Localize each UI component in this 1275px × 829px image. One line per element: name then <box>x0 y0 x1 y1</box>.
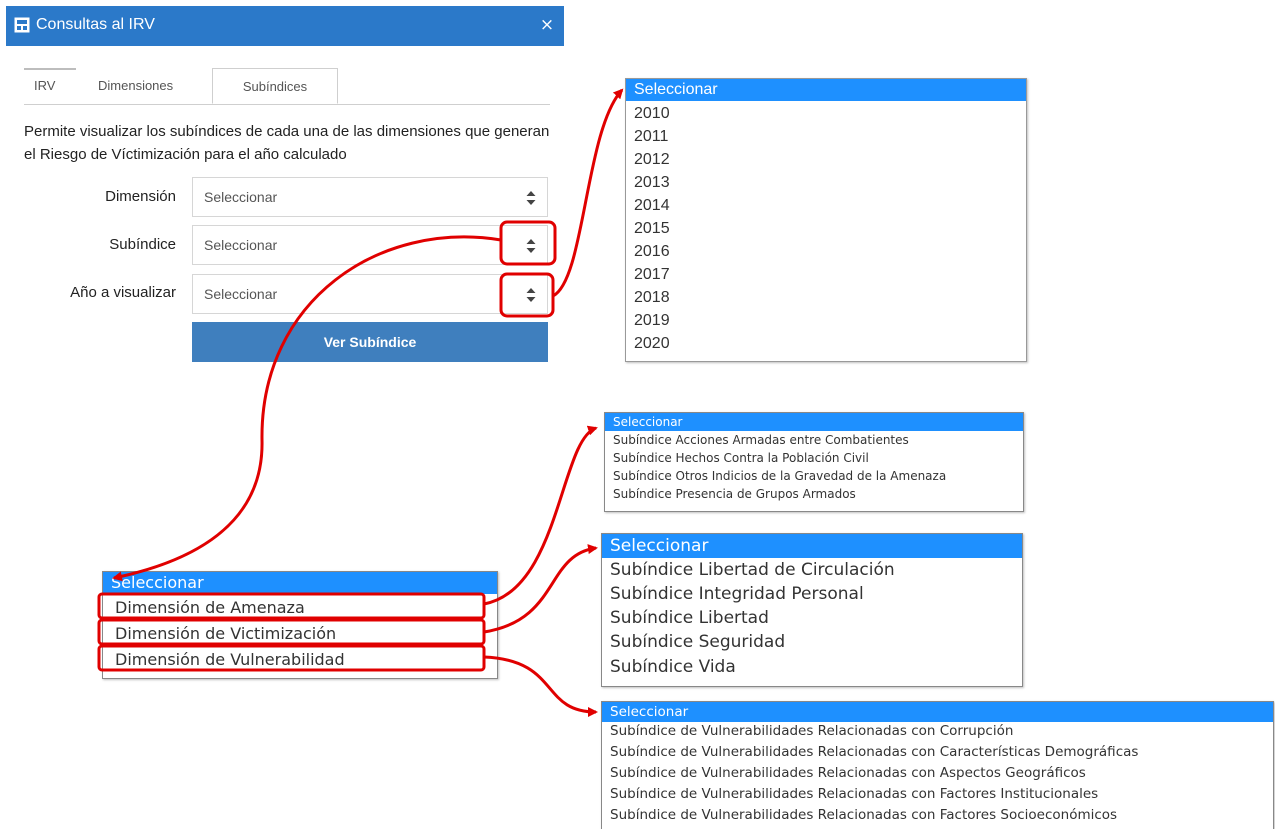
updown-arrows-icon <box>526 191 536 205</box>
vulnerabilidad-option[interactable]: Subíndice de Vulnerabilidades Relacionad… <box>610 807 1117 823</box>
tab-irv[interactable]: IRV <box>34 78 55 93</box>
victimizacion-subindice-list: Seleccionar Subíndice Libertad de Circul… <box>601 533 1023 687</box>
victimizacion-option[interactable]: Subíndice Seguridad <box>610 632 785 652</box>
year-option[interactable]: 2012 <box>634 151 670 169</box>
year-option[interactable]: 2015 <box>634 220 670 238</box>
vulnerabilidad-option[interactable]: Subíndice de Vulnerabilidades Relacionad… <box>610 765 1086 781</box>
vulnerabilidad-option[interactable]: Subíndice de Vulnerabilidades Relacionad… <box>610 786 1098 802</box>
dimension-option[interactable]: Dimensión de Amenaza <box>115 598 305 617</box>
subindice-select-value: Seleccionar <box>204 237 278 253</box>
consultas-dialog: Consultas al IRV × IRV Dimensiones Subín… <box>6 6 564 376</box>
anio-select-value: Seleccionar <box>204 286 278 302</box>
amenaza-option[interactable]: Subíndice Otros Indicios de la Gravedad … <box>613 469 946 483</box>
year-option[interactable]: 2018 <box>634 289 670 307</box>
tab-subindices[interactable]: Subíndices <box>212 68 338 104</box>
updown-arrows-icon <box>526 288 536 302</box>
dimension-dropdown-list: Seleccionar Dimensión de Amenaza Dimensi… <box>102 571 498 679</box>
anio-label: Año a visualizar <box>70 284 176 301</box>
app-window-icon <box>14 17 30 33</box>
subindice-select[interactable]: Seleccionar <box>192 225 548 265</box>
dialog-titlebar: Consultas al IRV × <box>6 6 564 46</box>
annotation-arrow <box>483 425 598 606</box>
year-option[interactable]: 2020 <box>634 335 670 353</box>
year-option[interactable]: 2014 <box>634 197 670 215</box>
dimension-label: Dimensión <box>105 188 176 205</box>
ver-subindice-button[interactable]: Ver Subíndice <box>192 322 548 362</box>
dialog-title: Consultas al IRV <box>36 16 155 33</box>
year-dropdown-list: Seleccionar 2010 2011 2012 2013 2014 201… <box>625 78 1027 362</box>
subindice-label: Subíndice <box>109 236 176 253</box>
annotation-arrow <box>483 655 598 717</box>
year-option[interactable]: 2011 <box>634 128 668 146</box>
amenaza-option[interactable]: Subíndice Presencia de Grupos Armados <box>613 487 856 501</box>
description-text: Permite visualizar los subíndices de cad… <box>24 123 550 163</box>
dimension-select-value: Seleccionar <box>204 189 278 205</box>
annotation-arrow <box>483 544 598 634</box>
dimension-option[interactable]: Dimensión de Victimización <box>115 624 336 643</box>
victimizacion-option-selected[interactable]: Seleccionar <box>602 534 1022 558</box>
tab-bar: IRV Dimensiones Subíndices <box>24 68 550 105</box>
tab-irv-indicator <box>24 68 76 70</box>
year-option[interactable]: 2017 <box>634 266 670 284</box>
victimizacion-option[interactable]: Subíndice Libertad de Circulación <box>610 560 895 580</box>
dimension-select[interactable]: Seleccionar <box>192 177 548 217</box>
amenaza-option[interactable]: Subíndice Acciones Armadas entre Combati… <box>613 433 909 447</box>
amenaza-option[interactable]: Subíndice Hechos Contra la Población Civ… <box>613 451 869 465</box>
year-option[interactable]: 2016 <box>634 243 670 261</box>
dimension-option-selected[interactable]: Seleccionar <box>103 572 497 594</box>
amenaza-subindice-list: Seleccionar Subíndice Acciones Armadas e… <box>604 412 1024 512</box>
victimizacion-option[interactable]: Subíndice Libertad <box>610 608 769 628</box>
vulnerabilidad-option[interactable]: Subíndice de Vulnerabilidades Relacionad… <box>610 723 1013 739</box>
vulnerabilidad-option-selected[interactable]: Seleccionar <box>602 702 1273 722</box>
year-option[interactable]: 2010 <box>634 105 670 123</box>
updown-arrows-icon <box>526 239 536 253</box>
year-option[interactable]: 2019 <box>634 312 670 330</box>
victimizacion-option[interactable]: Subíndice Integridad Personal <box>610 584 864 604</box>
anio-select[interactable]: Seleccionar <box>192 274 548 314</box>
dimension-option[interactable]: Dimensión de Vulnerabilidad <box>115 650 345 669</box>
close-icon[interactable]: × <box>536 14 558 36</box>
tab-dimensiones[interactable]: Dimensiones <box>98 78 173 93</box>
vulnerabilidad-option[interactable]: Subíndice de Vulnerabilidades Relacionad… <box>610 744 1138 760</box>
year-option[interactable]: 2013 <box>634 174 670 192</box>
vulnerabilidad-subindice-list: Seleccionar Subíndice de Vulnerabilidade… <box>601 701 1274 829</box>
amenaza-option-selected[interactable]: Seleccionar <box>605 413 1023 431</box>
victimizacion-option[interactable]: Subíndice Vida <box>610 657 736 677</box>
year-option-selected[interactable]: Seleccionar <box>626 79 1026 101</box>
